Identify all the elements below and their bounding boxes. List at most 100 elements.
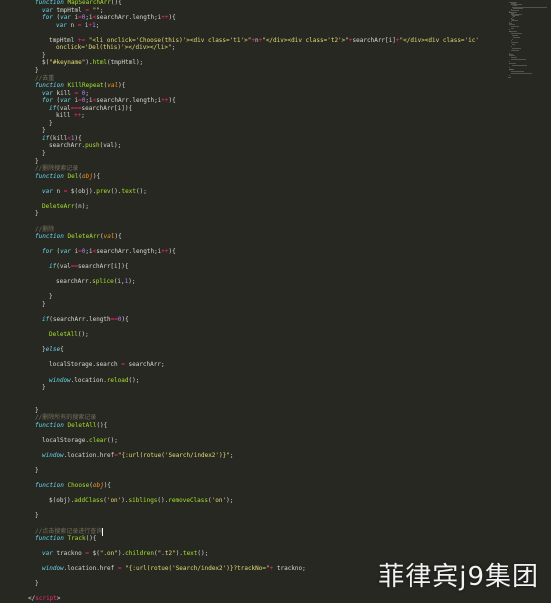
code-token: (); [197, 550, 208, 557]
code-line[interactable]: localStorage.clear(); [42, 437, 118, 445]
code-token: .location.href [64, 565, 118, 572]
code-token: "</div><div class='ic' [400, 37, 479, 44]
code-line[interactable]: } [42, 150, 46, 158]
code-line[interactable]: } [42, 301, 46, 309]
code-line[interactable]: function Choose(obj){ [35, 482, 111, 490]
code-line[interactable]: var trackno = $(".on").children(".t2").t… [42, 550, 208, 558]
code-editor[interactable]: function MapSearchArr(){var tmpHtml = ""… [0, 0, 551, 599]
code-token: } [42, 150, 46, 157]
code-token: function [35, 482, 64, 489]
code-token: Choose [68, 482, 90, 489]
code-token: val [107, 82, 118, 89]
code-token: (); [136, 188, 147, 195]
code-token: $(obj). [67, 188, 96, 195]
code-token: window [49, 377, 71, 384]
code-line[interactable]: window.location.href = "{:url(rotue('Sea… [42, 565, 306, 573]
code-token: == [111, 316, 118, 323]
minimap-line [511, 10, 519, 11]
code-token: splice [92, 278, 114, 285]
code-line[interactable]: var n = $(obj).prev().text(); [42, 188, 147, 196]
code-line[interactable]: } [35, 210, 39, 218]
code-token: ){ [169, 97, 176, 104]
code-line[interactable]: }else{ [42, 346, 64, 354]
minimap-line [508, 77, 511, 78]
code-line[interactable]: } [35, 580, 39, 588]
code-token: val [104, 233, 115, 240]
code-token: window [42, 452, 64, 459]
code-token: children [125, 550, 154, 557]
code-token: localStorage.search [49, 361, 121, 368]
code-token: ; [81, 112, 85, 119]
code-token: ){ [104, 482, 111, 489]
code-token: (){ [86, 535, 97, 542]
code-token: function [35, 535, 64, 542]
minimap-line [509, 31, 516, 32]
code-token: 'on' [212, 497, 226, 504]
code-token: //删除所有的搜索记录 [35, 414, 96, 421]
code-line[interactable]: DeleteArr(n); [42, 203, 89, 211]
minimap[interactable] [503, 0, 551, 80]
code-token: ){ [115, 233, 122, 240]
code-token: addClass [74, 497, 103, 504]
code-token: ++ [161, 14, 168, 21]
code-token: ){ [75, 135, 82, 142]
minimap-line [509, 69, 514, 70]
code-token: DeleteArr [68, 233, 101, 240]
code-token: "{:url(rotue('Search/index2')}?trackNo=" [125, 565, 270, 572]
code-line[interactable]: $("#keyname").html(tmpHtml); [42, 59, 143, 67]
code-area[interactable]: function MapSearchArr(){var tmpHtml = ""… [0, 0, 500, 599]
code-line[interactable]: function DeletAll(){ [35, 422, 107, 430]
code-line[interactable]: window.location.href="{:url(rotue('Searc… [42, 452, 234, 460]
code-line[interactable]: </script> [28, 595, 61, 603]
code-line[interactable]: localStorage.search = searchArr; [49, 361, 165, 369]
code-token: ). [85, 59, 92, 66]
code-line[interactable]: kill ++; [56, 112, 85, 120]
code-token: prev [96, 188, 110, 195]
code-token: ){ [169, 14, 176, 21]
code-line[interactable]: } [42, 384, 46, 392]
code-token: else [46, 346, 60, 353]
minimap-line [511, 59, 527, 60]
code-token: function [35, 422, 64, 429]
minimap-line [511, 73, 533, 74]
code-token: ;i [85, 97, 92, 104]
code-line[interactable]: var n = i+1; [56, 22, 99, 30]
code-line[interactable]: function Del(obj){ [35, 173, 100, 181]
code-token: searchArr.length;i [96, 248, 161, 255]
code-token: searchArr. [56, 278, 92, 285]
code-token: ; [230, 452, 234, 459]
code-token: obj [82, 173, 93, 180]
minimap-line [511, 57, 517, 58]
code-token: function [35, 0, 64, 6]
code-line[interactable]: DeletAll(); [49, 331, 89, 339]
code-line[interactable]: } [35, 512, 39, 520]
minimap-line [509, 24, 514, 25]
code-line[interactable]: window.location.reload(); [49, 377, 139, 385]
code-line[interactable]: } [49, 293, 53, 301]
code-line[interactable]: searchArr.push(val); [49, 142, 121, 150]
code-line[interactable]: if(searchArr.length==0){ [42, 316, 129, 324]
code-line[interactable]: searchArr.splice(i,1); [56, 278, 136, 286]
code-token: } [42, 52, 46, 59]
code-token: .location. [71, 377, 107, 384]
code-token: push [85, 142, 99, 149]
code-line[interactable]: if(val==searchArr[i]){ [49, 263, 129, 271]
code-line[interactable]: for (var i=0;i<searchArr.length;i++){ [42, 248, 176, 256]
code-token: ".on" [100, 550, 118, 557]
code-token: "" [93, 7, 100, 14]
code-line[interactable]: function Track(){ [35, 535, 96, 543]
minimap-line [513, 5, 517, 6]
code-token: Track [68, 535, 86, 542]
code-line[interactable]: onclick='Del(this)'></div></li>"; [56, 44, 175, 52]
code-token: ; [96, 22, 100, 29]
code-token: tmpHtml [53, 7, 86, 14]
code-line[interactable]: function DeleteArr(val){ [35, 233, 122, 241]
minimap-line [512, 20, 518, 21]
code-token: (val [56, 105, 70, 112]
minimap-line [512, 44, 515, 45]
code-token: DeletAll [68, 422, 97, 429]
code-line[interactable]: } [49, 120, 53, 128]
code-line[interactable]: } [35, 467, 39, 475]
code-line[interactable]: $(obj).addClass('on').siblings().removeC… [49, 497, 233, 505]
minimap-line [512, 35, 519, 36]
